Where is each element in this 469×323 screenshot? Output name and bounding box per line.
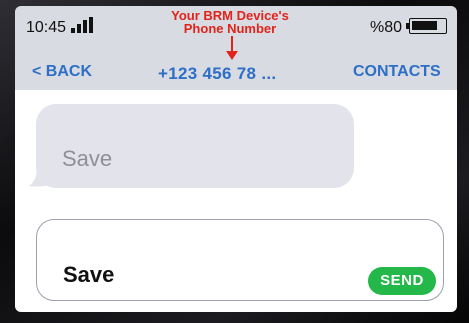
phone-screen: 10:45 Your BRM Device's Phone Number %80… [15,6,457,312]
message-input-text[interactable]: Save [63,262,114,288]
message-text: Save [62,146,113,171]
arrow-down-icon [226,36,238,60]
back-button[interactable]: < BACK [32,63,92,81]
battery-percentage: %80 [370,19,403,36]
received-message-bubble: Save [36,104,354,188]
signal-bars-icon [71,17,93,33]
send-button[interactable]: SEND [368,267,436,295]
battery-icon [409,18,447,34]
contacts-button[interactable]: CONTACTS [353,63,441,81]
recipient-phone-number[interactable]: +123 456 78 ... [158,64,276,84]
annotation-label: Your BRM Device's Phone Number [145,9,315,35]
status-time: 10:45 [26,19,67,36]
message-thread: Save Save SEND [15,90,457,312]
annotation-line-2: Phone Number [183,21,277,36]
message-input[interactable]: Save SEND [36,219,444,301]
messages-header: 10:45 Your BRM Device's Phone Number %80… [15,6,457,90]
battery-level-fill [412,21,437,30]
